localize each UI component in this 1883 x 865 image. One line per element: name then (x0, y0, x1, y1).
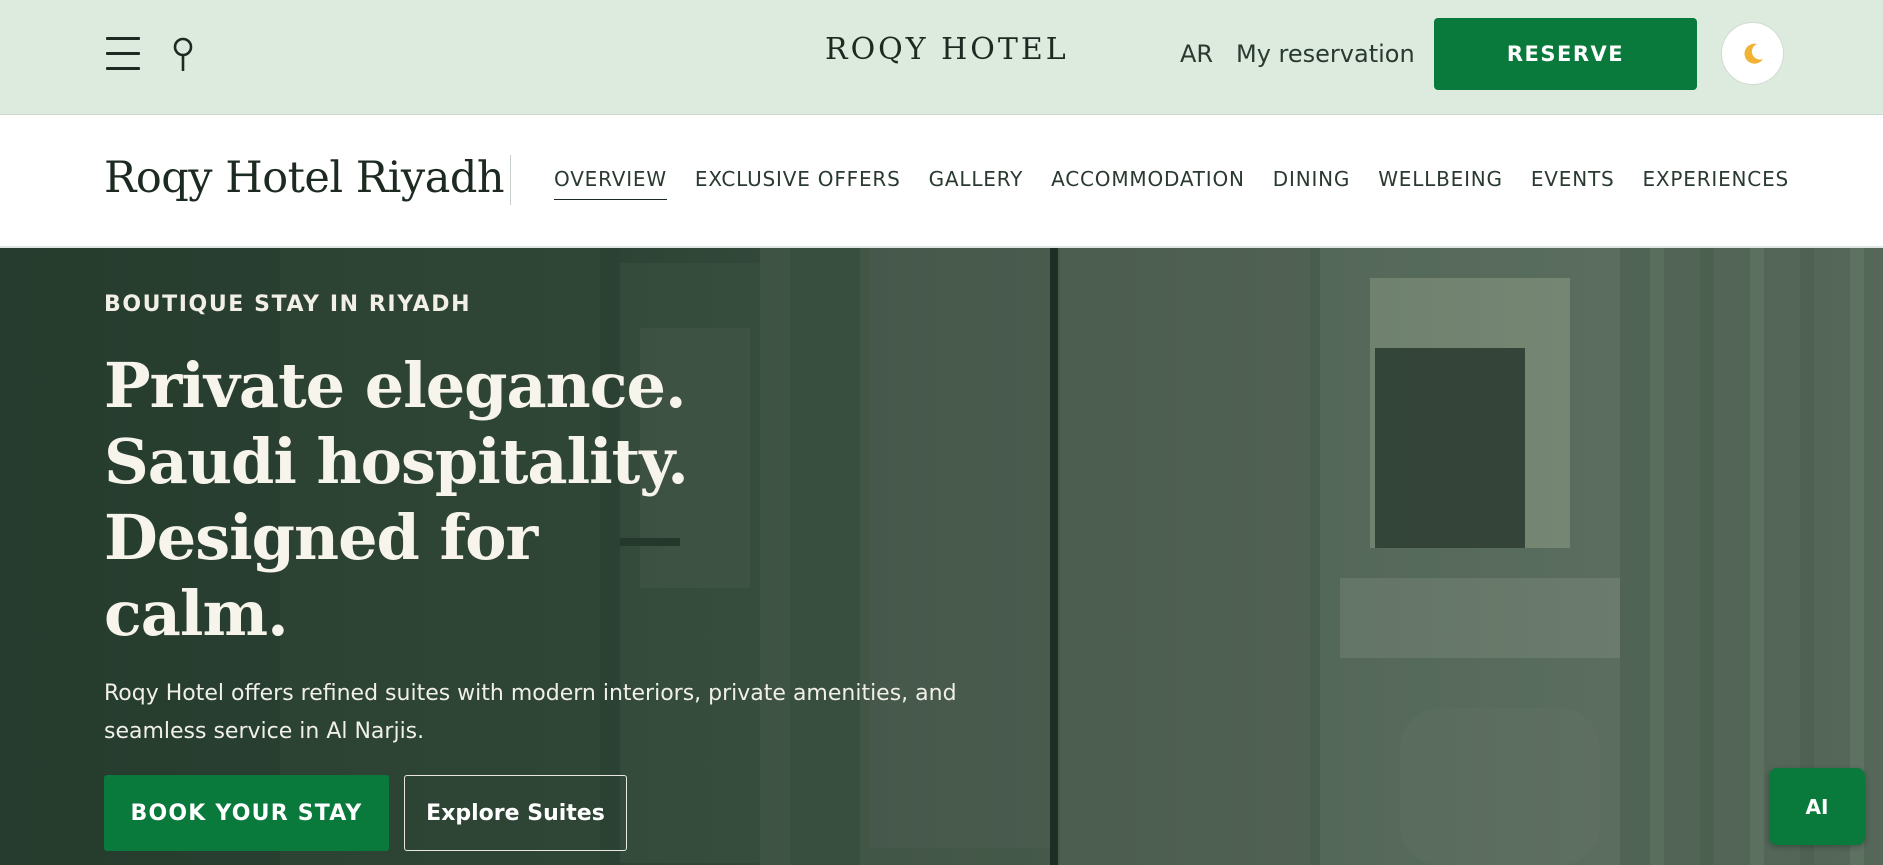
hero-headline: Private elegance. Saudi hospitality. Des… (104, 348, 689, 652)
theme-toggle-button[interactable] (1721, 22, 1784, 85)
headline-line: Private elegance. (104, 349, 687, 422)
nav-divider (510, 155, 511, 205)
explore-suites-button[interactable]: Explore Suites (404, 775, 627, 851)
nav-tabs: OVERVIEW EXCLUSIVE OFFERS GALLERY ACCOMM… (554, 167, 1789, 200)
tab-events[interactable]: EVENTS (1531, 167, 1615, 200)
tab-accommodation[interactable]: ACCOMMODATION (1051, 167, 1245, 200)
reserve-button[interactable]: RESERVE (1434, 18, 1697, 90)
hotel-name[interactable]: Roqy Hotel Riyadh (104, 153, 505, 203)
tab-gallery[interactable]: GALLERY (929, 167, 1024, 200)
hero-section: BOUTIQUE STAY IN RIYADH Private elegance… (0, 248, 1883, 865)
headline-line: Designed for (104, 501, 538, 574)
my-reservation-link[interactable]: My reservation (1236, 40, 1415, 68)
search-icon[interactable] (170, 36, 198, 74)
hero-eyebrow: BOUTIQUE STAY IN RIYADH (104, 292, 472, 317)
headline-line: Saudi hospitality. (104, 425, 689, 498)
tab-overview[interactable]: OVERVIEW (554, 167, 667, 200)
ai-assistant-button[interactable]: AI (1769, 768, 1865, 845)
headline-line: calm. (104, 577, 289, 650)
tab-wellbeing[interactable]: WELLBEING (1378, 167, 1503, 200)
tab-exclusive-offers[interactable]: EXCLUSIVE OFFERS (695, 167, 901, 200)
book-your-stay-button[interactable]: BOOK YOUR STAY (104, 775, 389, 851)
hero-description: Roqy Hotel offers refined suites with mo… (104, 681, 957, 744)
tab-experiences[interactable]: EXPERIENCES (1642, 167, 1789, 200)
brand-logo[interactable]: ROQY HOTEL (825, 32, 1066, 67)
hamburger-menu-icon[interactable] (104, 35, 142, 73)
tab-dining[interactable]: DINING (1273, 167, 1350, 200)
language-toggle[interactable]: AR (1180, 40, 1213, 68)
property-nav: Roqy Hotel Riyadh OVERVIEW EXCLUSIVE OFF… (0, 115, 1883, 248)
moon-icon (1744, 43, 1763, 64)
top-bar: ROQY HOTEL AR My reservation RESERVE (0, 0, 1883, 115)
